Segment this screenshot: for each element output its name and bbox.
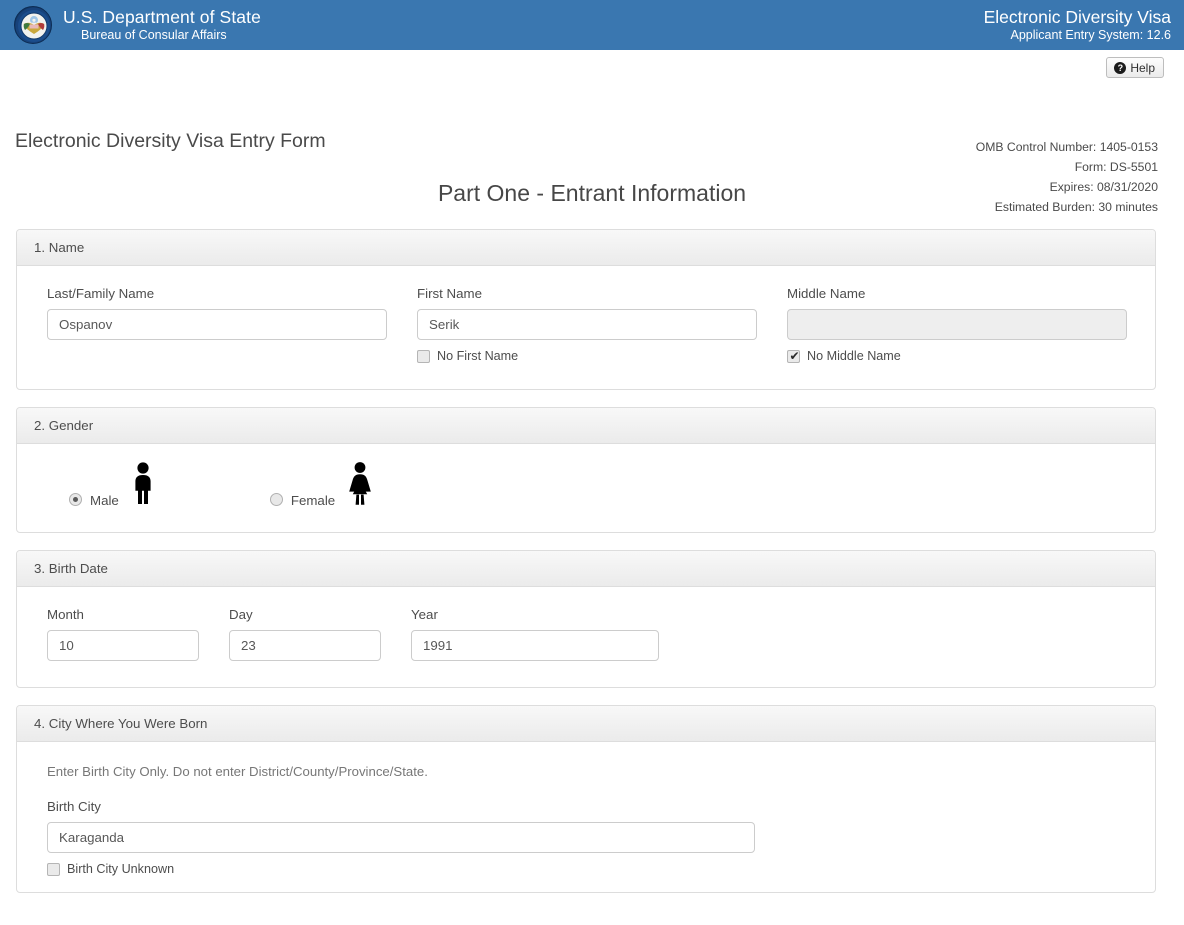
agency-name: U.S. Department of State — [63, 7, 261, 28]
no-first-name-row[interactable]: No First Name — [417, 349, 757, 363]
panel-birth-city: 4. City Where You Were Born Enter Birth … — [16, 705, 1156, 893]
panel-birth-date-heading: 3. Birth Date — [17, 551, 1155, 587]
help-button-label: Help — [1130, 60, 1155, 75]
no-middle-name-row[interactable]: No Middle Name — [787, 348, 1127, 364]
name-fields-row: Last/Family Name First Name No First Nam… — [47, 286, 1127, 364]
no-first-name-label: No First Name — [437, 349, 519, 363]
no-first-name-checkbox[interactable] — [417, 349, 430, 363]
help-button[interactable]: ? Help — [1106, 57, 1164, 78]
omb-control-number: OMB Control Number: 1405-0153 — [975, 140, 1158, 154]
birth-year-input[interactable] — [411, 630, 659, 661]
birth-month-label: Month — [47, 607, 84, 622]
last-name-field-group: Last/Family Name — [47, 286, 387, 363]
first-name-label: First Name — [417, 286, 483, 301]
panel-name: 1. Name Last/Family Name First Name No F… — [16, 229, 1156, 390]
birth-city-input[interactable] — [47, 822, 755, 853]
middle-name-label: Middle Name — [787, 286, 866, 301]
page-title: Electronic Diversity Visa Entry Form — [15, 130, 326, 152]
banner-branding: U.S. Department of State Bureau of Consu… — [14, 6, 261, 44]
first-name-field-group: First Name No First Name — [417, 286, 757, 363]
gender-option-male[interactable]: Male — [69, 461, 156, 510]
birth-city-unknown-label: Birth City Unknown — [67, 862, 175, 876]
banner-application-titles: Electronic Diversity Visa Applicant Entr… — [984, 8, 1171, 42]
birth-month-field-group: Month — [47, 607, 199, 661]
last-name-input[interactable] — [47, 309, 387, 340]
birth-city-label: Birth City — [47, 799, 101, 814]
banner-agency-titles: U.S. Department of State Bureau of Consu… — [63, 8, 261, 42]
birth-year-label: Year — [411, 607, 438, 622]
birth-day-input[interactable] — [229, 630, 381, 661]
question-circle-icon: ? — [1114, 61, 1127, 74]
panel-birth-date-body: Month Day Year — [17, 587, 1155, 687]
application-version: Applicant Entry System: 12.6 — [1010, 27, 1172, 42]
panel-birth-date: 3. Birth Date Month Day Year — [16, 550, 1156, 688]
site-banner: U.S. Department of State Bureau of Consu… — [0, 0, 1184, 50]
birth-date-fields-row: Month Day Year — [47, 607, 1125, 661]
birth-year-field-group: Year — [411, 607, 659, 661]
department-of-state-seal-icon — [14, 6, 52, 44]
no-middle-name-checkbox[interactable] — [787, 348, 801, 364]
panel-gender-body: Male Female — [17, 444, 1155, 532]
birth-city-unknown-checkbox[interactable] — [47, 862, 60, 876]
panel-birth-city-heading: 4. City Where You Were Born — [17, 706, 1155, 742]
male-figure-icon — [130, 461, 156, 510]
gender-option-female[interactable]: Female — [269, 461, 374, 510]
birth-city-unknown-row[interactable]: Birth City Unknown — [47, 862, 1125, 876]
no-middle-name-label: No Middle Name — [807, 349, 901, 363]
birth-day-field-group: Day — [229, 607, 381, 661]
bureau-name: Bureau of Consular Affairs — [81, 27, 227, 42]
panel-birth-city-body: Enter Birth City Only. Do not enter Dist… — [17, 742, 1155, 892]
panel-gender: 2. Gender Male Female — [16, 407, 1156, 533]
male-label: Male — [90, 493, 119, 508]
panel-name-body: Last/Family Name First Name No First Nam… — [17, 266, 1155, 389]
form-number: Form: DS-5501 — [1074, 160, 1158, 174]
birth-city-field-group: Birth City Birth City Unknown — [47, 799, 1125, 876]
birth-city-hint: Enter Birth City Only. Do not enter Dist… — [47, 764, 428, 779]
form-metadata: OMB Control Number: 1405-0153 Form: DS-5… — [976, 137, 1158, 217]
last-name-label: Last/Family Name — [47, 286, 155, 301]
page-meta-area: ? Help Electronic Diversity Visa Entry F… — [0, 50, 1184, 214]
middle-name-input — [787, 309, 1127, 340]
birth-month-input[interactable] — [47, 630, 199, 661]
female-label: Female — [290, 493, 336, 508]
application-name: Electronic Diversity Visa — [983, 7, 1171, 28]
female-figure-icon — [346, 461, 374, 510]
first-name-input[interactable] — [417, 309, 757, 340]
panel-gender-heading: 2. Gender — [17, 408, 1155, 444]
panel-name-heading: 1. Name — [17, 230, 1155, 266]
middle-name-field-group: Middle Name No Middle Name — [787, 286, 1127, 364]
female-radio[interactable] — [269, 493, 283, 506]
male-radio[interactable] — [69, 493, 82, 506]
birth-day-label: Day — [229, 607, 253, 622]
estimated-burden: Estimated Burden: 30 minutes — [994, 200, 1158, 214]
form-expiration: Expires: 08/31/2020 — [1049, 180, 1158, 194]
